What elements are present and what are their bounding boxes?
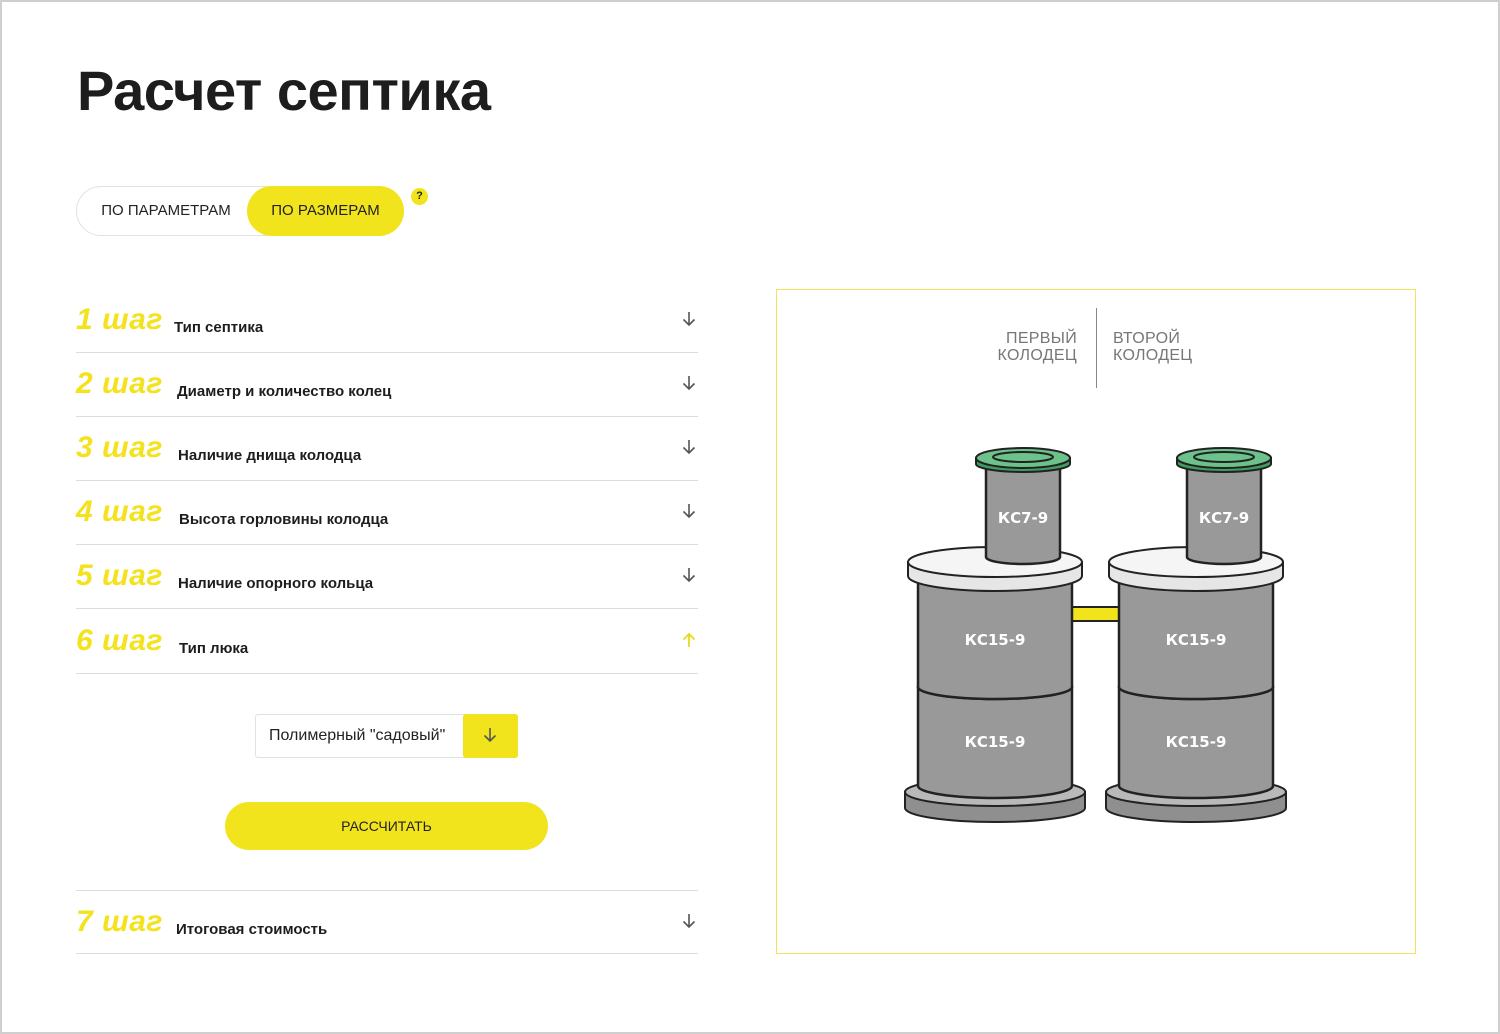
help-icon[interactable]: ? bbox=[411, 188, 428, 205]
select-toggle-button[interactable] bbox=[463, 714, 518, 758]
arrow-down-icon bbox=[682, 440, 696, 455]
step-4[interactable]: 4 шаг Высота горловины колодца bbox=[76, 481, 698, 545]
step-7[interactable]: 7 шаг Итоговая стоимость bbox=[76, 890, 698, 954]
arrow-down-icon bbox=[682, 376, 696, 391]
step-6[interactable]: 6 шаг Тип люка bbox=[76, 610, 698, 674]
step-title: Наличие днища колодца bbox=[178, 447, 362, 464]
arrow-down-icon bbox=[483, 728, 497, 743]
step-5[interactable]: 5 шаг Наличие опорного кольца bbox=[76, 545, 698, 609]
arrow-down-icon bbox=[682, 914, 696, 929]
step-title: Тип люка bbox=[179, 640, 249, 657]
arrow-up-icon bbox=[682, 632, 696, 647]
septic-diagram-panel: ПЕРВЫЙ КОЛОДЕЦ ВТОРОЙ КОЛОДЕЦ КС7-9 КС15… bbox=[776, 289, 1416, 954]
step-title: Итоговая стоимость bbox=[176, 921, 328, 938]
calculate-button[interactable]: РАССЧИТАТЬ bbox=[225, 802, 548, 850]
ring-label: КС15-9 bbox=[965, 631, 1026, 649]
step-3[interactable]: 3 шаг Наличие днища колодца bbox=[76, 417, 698, 481]
mode-by-params-button[interactable]: ПО ПАРАМЕТРАМ bbox=[77, 186, 255, 236]
step-2[interactable]: 2 шаг Диаметр и количество колец bbox=[76, 353, 698, 417]
mode-by-size-button[interactable]: ПО РАЗМЕРАМ bbox=[247, 186, 404, 236]
step-title: Наличие опорного кольца bbox=[178, 575, 374, 592]
step-1[interactable]: 1 шаг Тип септика bbox=[76, 289, 698, 353]
well-2: КС7-9 КС15-9 КС15-9 bbox=[1105, 447, 1287, 823]
well-1: КС7-9 КС15-9 КС15-9 bbox=[904, 447, 1086, 823]
step-title: Тип септика bbox=[174, 319, 264, 336]
step-title: Диаметр и количество колец bbox=[177, 383, 392, 400]
ring-label: КС15-9 bbox=[965, 733, 1026, 751]
calc-mode-switch: ПО ПАРАМЕТРАМ ПО РАЗМЕРАМ bbox=[76, 186, 404, 236]
arrow-down-icon bbox=[682, 312, 696, 327]
ring-label: КС15-9 bbox=[1166, 733, 1227, 751]
step-number: 1 шаг bbox=[76, 303, 163, 336]
hatch-type-select[interactable]: Полимерный "садовый" bbox=[255, 714, 518, 758]
step-number: 3 шаг bbox=[76, 431, 163, 464]
connecting-pipe bbox=[1071, 606, 1121, 622]
step-number: 2 шаг bbox=[76, 367, 163, 400]
neck-ring-label: КС7-9 bbox=[998, 509, 1048, 527]
septic-wells-diagram: КС7-9 КС15-9 КС15-9 КС7-9 КС15-9 КС15-9 bbox=[904, 447, 1287, 823]
step-number: 7 шаг bbox=[76, 905, 163, 938]
arrow-down-icon bbox=[682, 568, 696, 583]
page-title: Расчет септика bbox=[77, 59, 491, 122]
step-number: 5 шаг bbox=[76, 559, 163, 592]
ring-label: КС15-9 bbox=[1166, 631, 1227, 649]
step-title: Высота горловины колодца bbox=[179, 511, 389, 528]
hatch-type-value: Полимерный "садовый" bbox=[269, 727, 446, 744]
neck-ring-label: КС7-9 bbox=[1199, 509, 1249, 527]
step-number: 4 шаг bbox=[76, 495, 163, 528]
arrow-down-icon bbox=[682, 504, 696, 519]
step-number: 6 шаг bbox=[76, 624, 163, 657]
